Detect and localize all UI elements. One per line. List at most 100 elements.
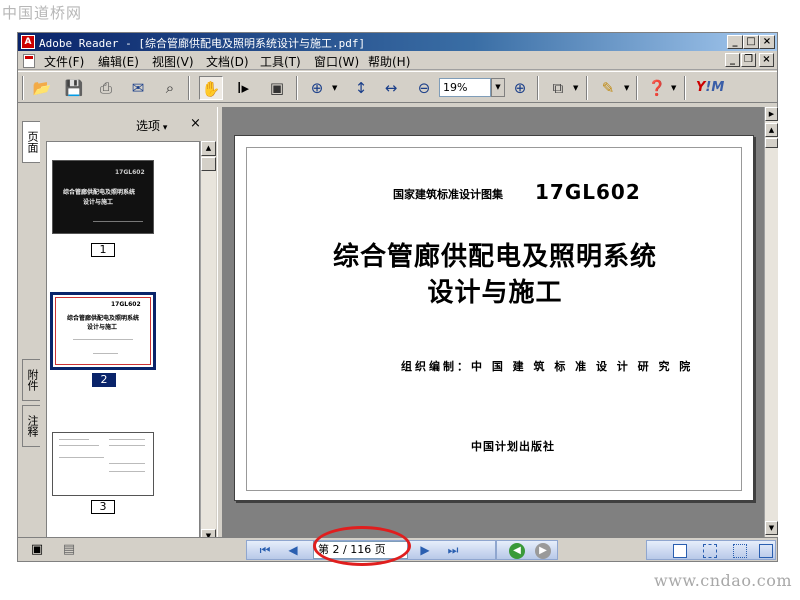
help-icon[interactable]: ❓ bbox=[645, 76, 669, 100]
zoom-in-icon[interactable]: ⊕ bbox=[305, 76, 329, 100]
brand-logo-y: Y bbox=[696, 80, 706, 95]
document-view[interactable]: 国家建筑标准设计图集 17GL602 综合管廊供配电及照明系统 设计与施工 组织… bbox=[223, 107, 764, 537]
page-layout-bar bbox=[646, 540, 776, 560]
zoom-tool-dropdown-icon[interactable]: ▼ bbox=[332, 84, 337, 92]
highlight-annotation bbox=[313, 526, 411, 566]
scrollbar-thumb[interactable] bbox=[765, 138, 778, 148]
thumbnail-list: 17GL602 综合管廊供配电及照明系统 设计与施工 1 17GL602 综合管… bbox=[46, 141, 200, 545]
pages-dropdown-icon[interactable]: ▼ bbox=[573, 84, 578, 92]
scroll-up-icon[interactable]: ▲ bbox=[765, 123, 778, 137]
print-icon[interactable]: ⎙ bbox=[94, 76, 118, 100]
tab-pages[interactable]: 页面 bbox=[22, 121, 40, 163]
hand-tool-icon[interactable]: ✋ bbox=[199, 76, 223, 100]
scrollbar-thumb[interactable] bbox=[201, 157, 216, 171]
document-scrollbar[interactable]: ▶ ▲ ▼ bbox=[764, 107, 778, 537]
thumbnail-text-line bbox=[73, 339, 133, 340]
close-button[interactable]: × bbox=[759, 35, 775, 49]
tab-comments[interactable]: 注释 bbox=[22, 405, 40, 447]
options-menu[interactable]: 选项 bbox=[136, 117, 167, 134]
go-forward-icon[interactable]: ▶ bbox=[535, 543, 551, 559]
toolbar-separator bbox=[537, 76, 539, 100]
doc-restore-button[interactable]: ❐ bbox=[741, 53, 756, 67]
thumbnail-code: 17GL602 bbox=[115, 169, 145, 176]
help-dropdown-icon[interactable]: ▼ bbox=[671, 84, 676, 92]
zoom-level-field[interactable]: 19% bbox=[439, 78, 491, 97]
comment-icon[interactable]: ✎ bbox=[596, 76, 620, 100]
document-editor: 组织编制：中 国 建 筑 标 准 设 计 研 究 院 bbox=[401, 360, 694, 373]
last-page-icon[interactable]: ⏭ bbox=[443, 541, 463, 559]
comment-dropdown-icon[interactable]: ▼ bbox=[624, 84, 629, 92]
open-icon[interactable]: 📂 bbox=[30, 76, 54, 100]
adobe-reader-window: A Adobe Reader - [综合管廊供配电及照明系统设计与施工.pdf]… bbox=[17, 32, 778, 562]
close-pane-icon[interactable]: × bbox=[190, 116, 201, 131]
tab-attachments[interactable]: 附件 bbox=[22, 359, 40, 401]
pages-icon[interactable]: ⧉ bbox=[546, 76, 570, 100]
email-icon[interactable]: ✉ bbox=[126, 76, 150, 100]
thumbnail-text-line bbox=[59, 457, 104, 458]
fit-width-icon[interactable]: ↔ bbox=[379, 76, 403, 100]
toolbar-separator bbox=[586, 76, 588, 100]
series-label: 国家建筑标准设计图集 bbox=[393, 188, 503, 201]
scroll-right-icon[interactable]: ▶ bbox=[765, 107, 778, 121]
menu-view[interactable]: 视图(V) bbox=[152, 53, 194, 70]
toolbar-grip bbox=[22, 76, 24, 100]
menu-document[interactable]: 文档(D) bbox=[206, 53, 249, 70]
maximize-button[interactable]: □ bbox=[743, 35, 759, 49]
page-number-label: 3 bbox=[91, 500, 115, 514]
panel-toggle-icon[interactable]: ▣ bbox=[30, 543, 44, 557]
thumbnail-text-line bbox=[93, 221, 143, 222]
brand-logo[interactable]: Y!M bbox=[696, 80, 724, 95]
single-page-icon[interactable] bbox=[673, 544, 687, 558]
page-view-icon[interactable]: ▤ bbox=[62, 543, 76, 557]
doc-minimize-button[interactable]: _ bbox=[725, 53, 740, 67]
continuous-facing-icon[interactable] bbox=[759, 544, 773, 558]
page-number-label: 1 bbox=[91, 243, 115, 257]
thumbnail-scrollbar[interactable]: ▲ ▼ bbox=[200, 141, 216, 545]
minimize-button[interactable]: _ bbox=[727, 35, 743, 49]
document-publisher: 中国计划出版社 bbox=[471, 440, 555, 453]
site-watermark: www.cndao.com bbox=[654, 571, 793, 590]
document-code: 17GL602 bbox=[535, 180, 641, 204]
document-icon[interactable] bbox=[23, 54, 35, 68]
thumbnail-text-line bbox=[59, 439, 89, 440]
first-page-icon[interactable]: ⏮ bbox=[255, 541, 275, 559]
thumbnail-title: 综合管廊供配电及照明系统 bbox=[63, 189, 136, 196]
save-icon[interactable]: 💾 bbox=[62, 76, 86, 100]
snapshot-icon[interactable]: ▣ bbox=[265, 76, 289, 100]
zoom-out-icon[interactable]: ⊖ bbox=[412, 76, 436, 100]
toolbar-separator bbox=[296, 76, 298, 100]
scroll-down-icon[interactable]: ▼ bbox=[765, 521, 778, 535]
scroll-up-icon[interactable]: ▲ bbox=[201, 141, 216, 156]
thumbnail-code: 17GL602 bbox=[111, 301, 141, 308]
thumbnail-page: 17GL602 综合管廊供配电及照明系统 设计与施工 bbox=[52, 160, 154, 234]
brand-logo-rest: !M bbox=[705, 80, 725, 95]
document-subtitle: 设计与施工 bbox=[427, 278, 563, 308]
navigation-pane: 选项 × 17GL602 综合管廊供配电及照明系统 设计与施工 1 17GL60… bbox=[43, 107, 217, 547]
thumbnail-text-line bbox=[109, 439, 145, 440]
thumbnail-text-line bbox=[109, 445, 145, 446]
toolbar: 📂 💾 ⎙ ✉ ⌕ ✋ I▸ ▣ ⊕ ▼ ↕ ↔ ⊖ 19% ▼ ⊕ ⧉ ▼ ✎… bbox=[18, 71, 777, 103]
doc-close-button[interactable]: × bbox=[759, 53, 774, 67]
menu-tools[interactable]: 工具(T) bbox=[260, 53, 301, 70]
screenshot-frame: 中国道桥网 A Adobe Reader - [综合管廊供配电及照明系统设计与施… bbox=[0, 0, 800, 600]
thumbnail-text-line bbox=[109, 471, 145, 472]
fit-page-icon[interactable]: ↕ bbox=[349, 76, 373, 100]
menu-edit[interactable]: 编辑(E) bbox=[98, 53, 139, 70]
toolbar-separator bbox=[636, 76, 638, 100]
go-back-icon[interactable]: ◀ bbox=[509, 543, 525, 559]
zoom-dropdown-icon[interactable]: ▼ bbox=[491, 78, 505, 97]
menu-window[interactable]: 窗口(W) bbox=[314, 53, 359, 70]
zoom-in-plus-icon[interactable]: ⊕ bbox=[508, 76, 532, 100]
thumbnail-text-line bbox=[59, 445, 99, 446]
menu-bar: 文件(F) 编辑(E) 视图(V) 文档(D) 工具(T) 窗口(W) 帮助(H… bbox=[18, 51, 777, 70]
menu-file[interactable]: 文件(F) bbox=[44, 53, 84, 70]
page-number-label: 2 bbox=[92, 373, 116, 387]
previous-page-icon[interactable]: ◀ bbox=[283, 541, 303, 559]
facing-icon[interactable] bbox=[733, 544, 747, 558]
menu-help[interactable]: 帮助(H) bbox=[368, 53, 410, 70]
select-text-icon[interactable]: I▸ bbox=[231, 76, 255, 100]
continuous-icon[interactable] bbox=[703, 544, 717, 558]
search-icon[interactable]: ⌕ bbox=[158, 76, 182, 100]
next-page-icon[interactable]: ▶ bbox=[415, 541, 435, 559]
title-bar[interactable]: A Adobe Reader - [综合管廊供配电及照明系统设计与施工.pdf]… bbox=[18, 33, 777, 51]
